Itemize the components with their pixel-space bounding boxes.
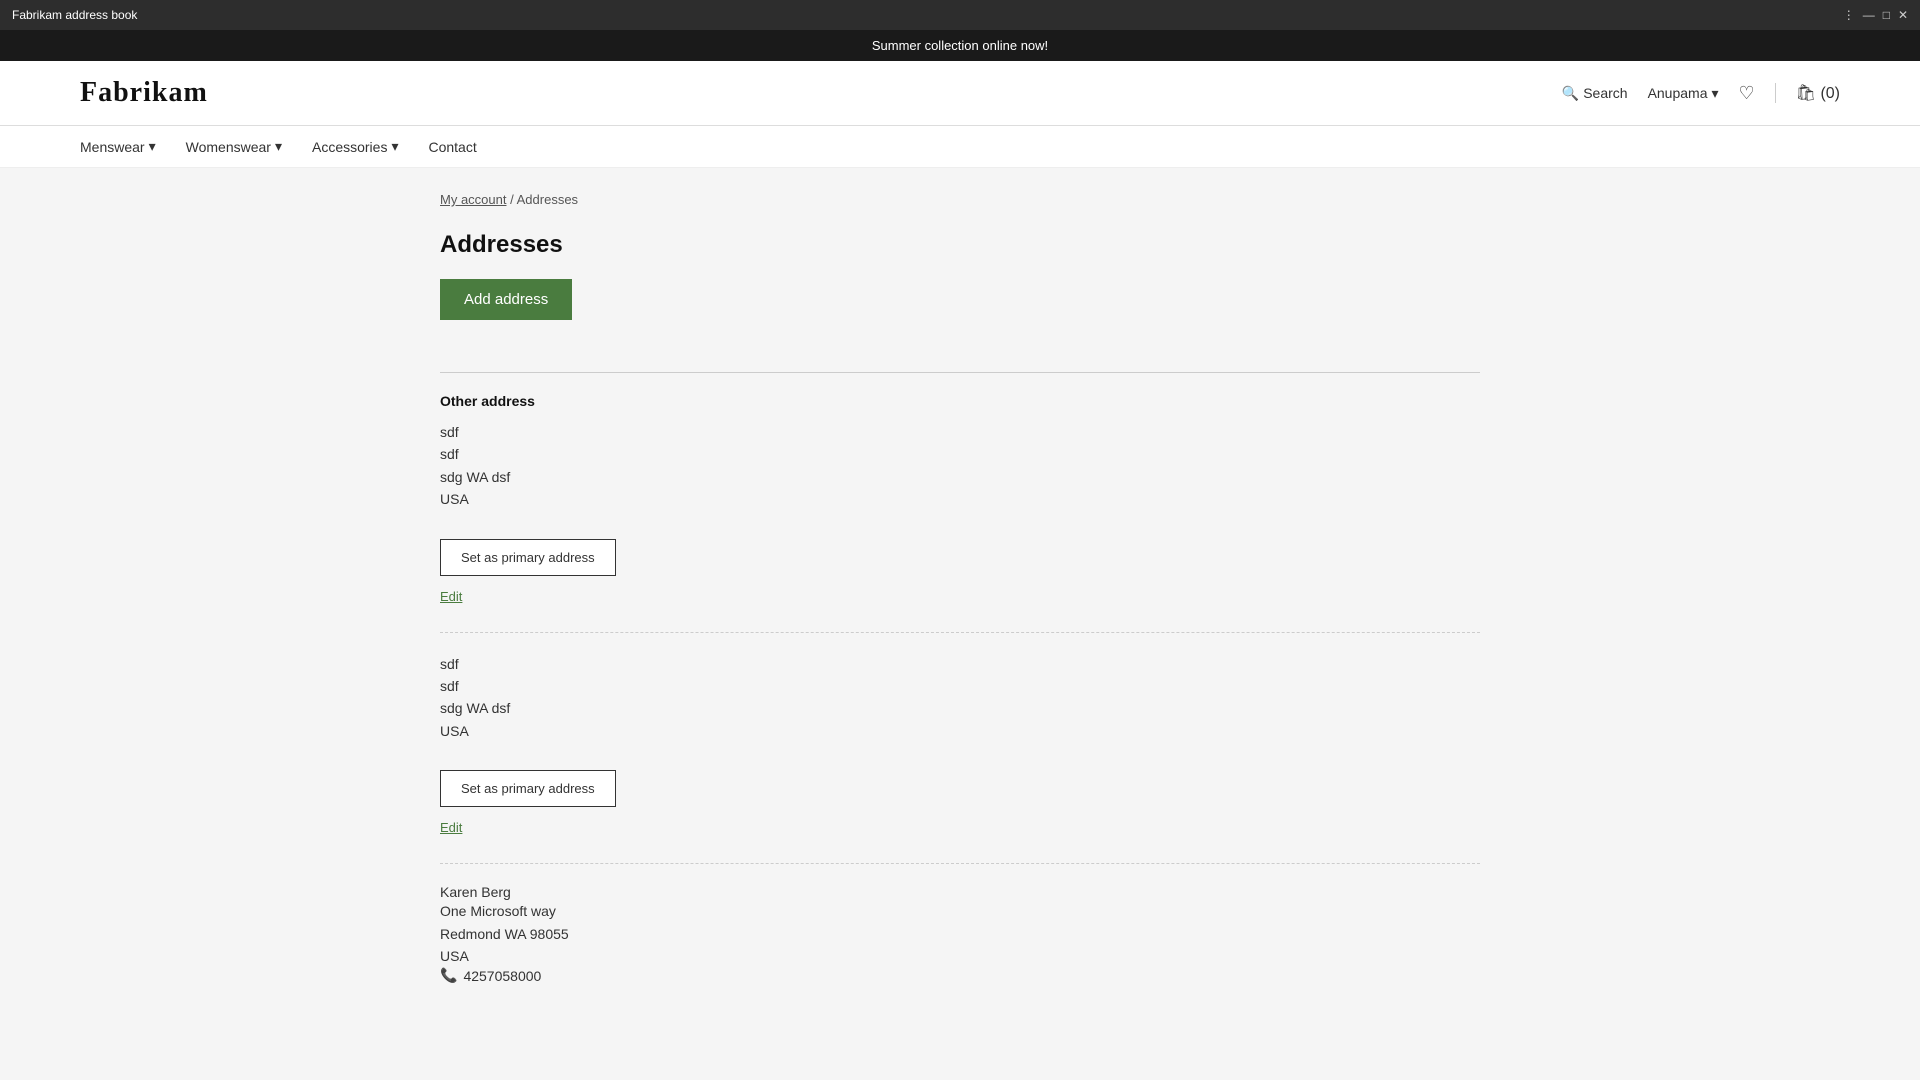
breadcrumb-current: Addresses xyxy=(517,192,578,207)
section-top-divider xyxy=(440,372,1480,373)
bag-icon: 🛍 xyxy=(1796,85,1816,102)
nav-contact[interactable]: Contact xyxy=(428,138,476,155)
nav-contact-label: Contact xyxy=(428,139,476,155)
address-2-line4: USA xyxy=(440,720,1480,742)
wishlist-button[interactable]: ♡ xyxy=(1739,83,1755,104)
cart-button[interactable]: 🛍 (0) xyxy=(1796,83,1840,103)
search-label: Search xyxy=(1583,85,1627,101)
user-menu[interactable]: Anupama ▾ xyxy=(1648,85,1719,102)
chevron-down-icon: ▾ xyxy=(391,138,398,155)
address-1-line3: sdg WA dsf xyxy=(440,466,1480,488)
close-button[interactable]: ✕ xyxy=(1898,8,1908,22)
chevron-down-icon: ▾ xyxy=(149,138,156,155)
phone-icon: 📞 xyxy=(440,967,457,984)
address-2-line1: sdf xyxy=(440,653,1480,675)
more-button[interactable]: ⋮ xyxy=(1843,8,1855,22)
other-address-title: Other address xyxy=(440,393,1480,409)
address-3-line1: One Microsoft way xyxy=(440,900,1480,922)
user-name: Anupama xyxy=(1648,85,1708,101)
address-1-divider xyxy=(440,632,1480,633)
minimize-button[interactable]: — xyxy=(1863,8,1875,22)
address-block-2: sdf sdf sdg WA dsf USA xyxy=(440,653,1480,743)
add-address-button[interactable]: Add address xyxy=(440,279,572,320)
search-icon: 🔍 xyxy=(1562,85,1579,102)
site-header: Fabrikam 🔍 Search Anupama ▾ ♡ 🛍 (0) xyxy=(0,61,1920,126)
divider xyxy=(1775,83,1776,103)
promo-bar: Summer collection online now! xyxy=(0,30,1920,61)
edit-link-2[interactable]: Edit xyxy=(440,820,462,835)
browser-tab-title: Fabrikam address book xyxy=(12,8,137,22)
chevron-down-icon: ▾ xyxy=(275,138,282,155)
nav-menswear[interactable]: Menswear ▾ xyxy=(80,138,156,155)
nav-accessories[interactable]: Accessories ▾ xyxy=(312,138,399,155)
main-content: My account / Addresses Addresses Add add… xyxy=(360,168,1560,1024)
window-controls[interactable]: ⋮ — □ ✕ xyxy=(1843,8,1908,22)
set-primary-button-2[interactable]: Set as primary address xyxy=(440,770,616,807)
address-2-line2: sdf xyxy=(440,675,1480,697)
nav-menswear-label: Menswear xyxy=(80,139,145,155)
page-title: Addresses xyxy=(440,231,1480,259)
address-3-name: Karen Berg xyxy=(440,884,1480,900)
breadcrumb: My account / Addresses xyxy=(440,192,1480,207)
main-nav: Menswear ▾ Womenswear ▾ Accessories ▾ Co… xyxy=(0,126,1920,168)
set-primary-button-1[interactable]: Set as primary address xyxy=(440,539,616,576)
chevron-down-icon: ▾ xyxy=(1712,85,1719,102)
address-3-phone: 📞 4257058000 xyxy=(440,967,1480,984)
address-1-line1: sdf xyxy=(440,421,1480,443)
header-actions: 🔍 Search Anupama ▾ ♡ 🛍 (0) xyxy=(1562,83,1840,104)
maximize-button[interactable]: □ xyxy=(1883,8,1890,22)
edit-link-1[interactable]: Edit xyxy=(440,589,462,604)
address-1-line2: sdf xyxy=(440,443,1480,465)
breadcrumb-my-account[interactable]: My account xyxy=(440,192,506,207)
nav-womenswear[interactable]: Womenswear ▾ xyxy=(186,138,282,155)
address-3-line2: Redmond WA 98055 xyxy=(440,923,1480,945)
address-block-3: Karen Berg One Microsoft way Redmond WA … xyxy=(440,884,1480,984)
address-3-line3: USA xyxy=(440,945,1480,967)
address-2-line3: sdg WA dsf xyxy=(440,697,1480,719)
address-1-line4: USA xyxy=(440,488,1480,510)
nav-womenswear-label: Womenswear xyxy=(186,139,271,155)
nav-accessories-label: Accessories xyxy=(312,139,387,155)
search-button[interactable]: 🔍 Search xyxy=(1562,85,1628,102)
address-block-1: sdf sdf sdg WA dsf USA xyxy=(440,421,1480,511)
promo-text: Summer collection online now! xyxy=(872,38,1048,53)
browser-chrome: Fabrikam address book ⋮ — □ ✕ xyxy=(0,0,1920,30)
cart-count: (0) xyxy=(1820,85,1840,102)
address-3-phone-number: 4257058000 xyxy=(463,968,541,984)
address-2-divider xyxy=(440,863,1480,864)
logo[interactable]: Fabrikam xyxy=(80,77,208,109)
